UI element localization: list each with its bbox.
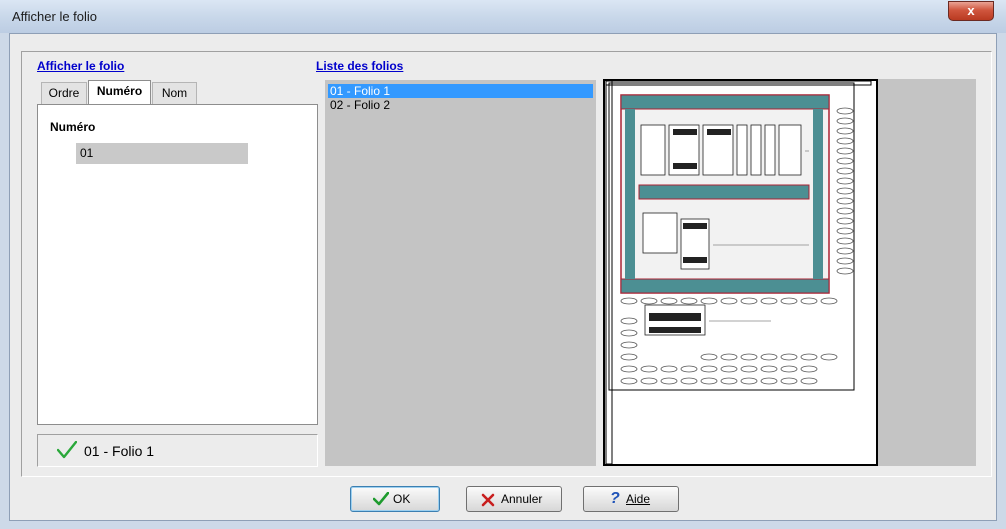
- cancel-button[interactable]: Annuler: [466, 486, 562, 512]
- status-box: [37, 434, 318, 467]
- liste-folios-header: Liste des folios: [316, 59, 404, 73]
- checkmark-icon: [373, 492, 389, 506]
- list-item[interactable]: 01 - Folio 1: [328, 84, 593, 98]
- folio-preview: [603, 79, 878, 466]
- numero-field[interactable]: 01: [76, 143, 248, 164]
- tab-nom[interactable]: Nom: [152, 82, 197, 104]
- window-title: Afficher le folio: [12, 9, 98, 24]
- electrical-panel-drawing: [605, 80, 872, 465]
- help-label: Aide: [626, 492, 651, 506]
- help-icon: ?: [610, 490, 620, 507]
- close-icon: x: [967, 3, 975, 18]
- afficher-folio-header: Afficher le folio: [37, 59, 125, 73]
- tab-ordre[interactable]: Ordre: [41, 82, 87, 104]
- preview-background: [878, 79, 976, 466]
- numero-label: Numéro: [50, 120, 96, 134]
- x-icon: [481, 493, 495, 507]
- folio-list: [325, 80, 596, 466]
- list-item[interactable]: 02 - Folio 2: [328, 98, 593, 112]
- title-bar: Afficher le folio x: [0, 0, 1006, 33]
- help-button[interactable]: ? Aide: [583, 486, 679, 512]
- ok-button[interactable]: OK: [350, 486, 440, 512]
- cancel-label: Annuler: [501, 492, 543, 506]
- tab-numero[interactable]: Numéro: [88, 80, 151, 104]
- check-icon: [57, 441, 77, 459]
- status-text: 01 - Folio 1: [84, 443, 155, 459]
- ok-label: OK: [393, 492, 411, 506]
- close-button[interactable]: x: [948, 1, 994, 21]
